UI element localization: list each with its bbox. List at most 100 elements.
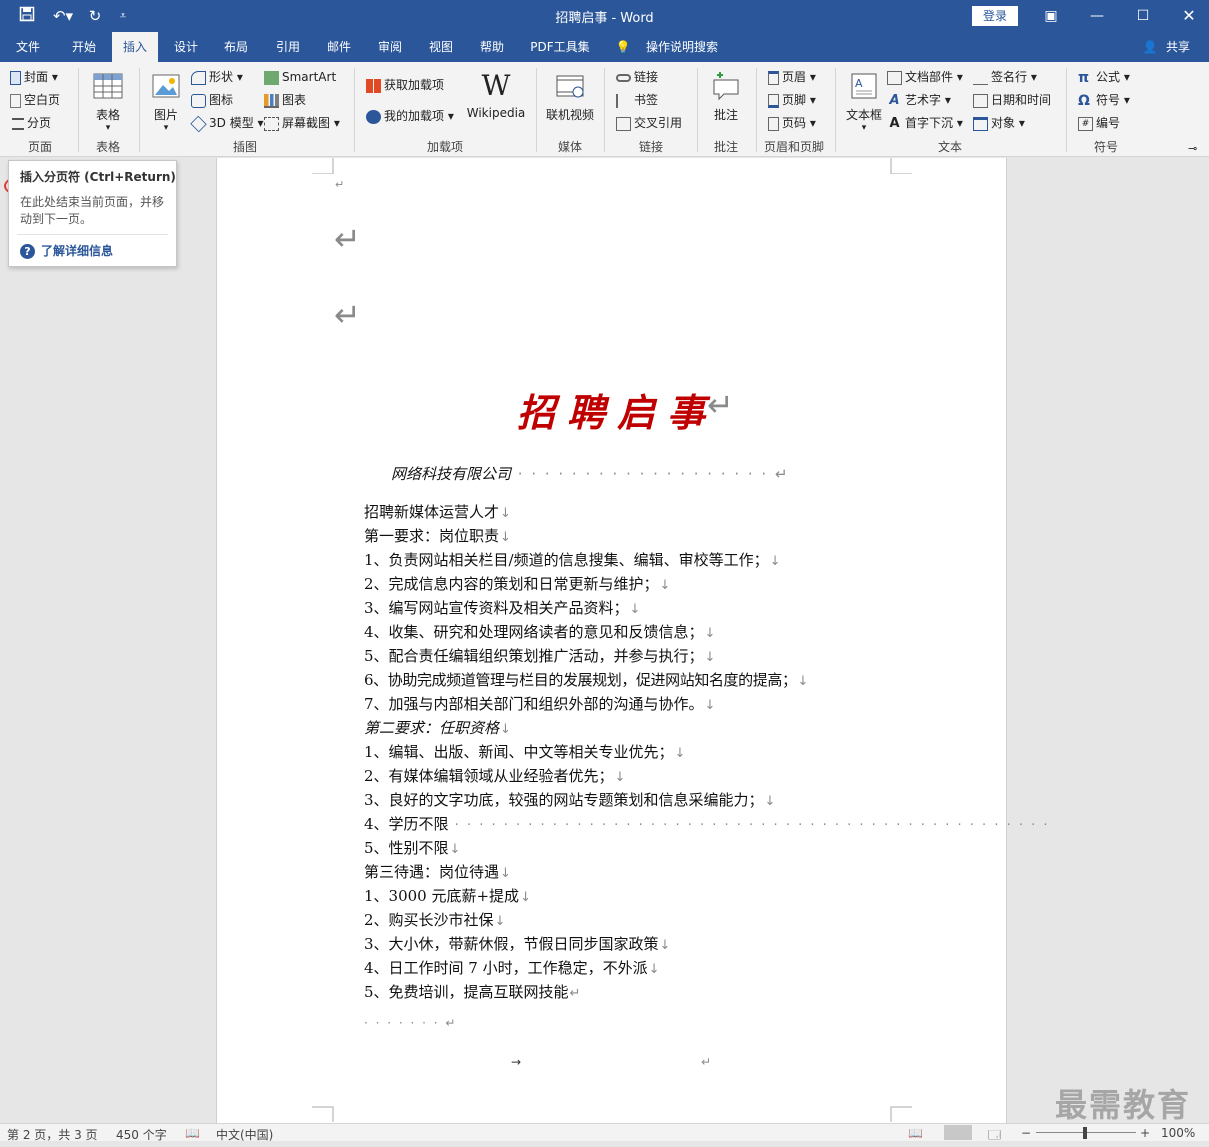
group-separator (139, 68, 140, 152)
equation-button[interactable]: π 公式 ▾ (1078, 68, 1130, 86)
document-page[interactable]: ↵ ↵ ↵ 招聘启事 ↵ 网络科技有限公司 · · · · · · · · · … (216, 158, 1048, 1123)
group-separator (697, 68, 698, 152)
get-addins-button[interactable]: 获取加载项 (366, 76, 444, 94)
tab-file[interactable]: 文件 (8, 32, 48, 62)
share-button[interactable]: 共享 (1160, 32, 1196, 62)
cross-reference-button[interactable]: 交叉引用 (616, 114, 682, 132)
3d-model-button[interactable]: 3D 模型 ▾ (190, 114, 264, 132)
tab-pdf-tools[interactable]: PDF工具集 (524, 32, 596, 62)
language-indicator[interactable]: 中文(中国) (216, 1126, 273, 1143)
learn-more-link[interactable]: ? 了解详细信息 (20, 242, 113, 259)
link-icon (616, 73, 631, 82)
lightbulb-icon: 💡 (615, 40, 631, 54)
web-layout-icon[interactable]: 🗔 (988, 1126, 1001, 1147)
textbox-button[interactable]: A 文本框 ▾ (842, 70, 886, 133)
close-button[interactable]: ✕ (1174, 4, 1204, 28)
picture-button[interactable]: 图片 ▾ (146, 70, 186, 133)
wordart-icon: A (889, 92, 900, 108)
read-mode-icon[interactable]: 📖 (908, 1126, 923, 1140)
page-break-button[interactable]: 分页 (12, 114, 51, 132)
footer-button[interactable]: 页脚 ▾ (768, 91, 816, 109)
tab-mailings[interactable]: 邮件 (317, 32, 361, 62)
group-separator (835, 68, 836, 152)
icons-button[interactable]: 图标 (191, 91, 233, 109)
bar-chart-icon (264, 93, 279, 108)
online-video-button[interactable]: 联机视频 (544, 70, 596, 123)
print-layout-icon[interactable] (944, 1125, 972, 1140)
header-button[interactable]: 页眉 ▾ (768, 68, 816, 86)
status-bar: 第 2 页，共 3 页 450 个字 📖 中文(中国) 📖 🗔 − + 100% (0, 1123, 1209, 1143)
minimize-button[interactable]: — (1082, 4, 1112, 28)
doc-paragraph: 2、购买长沙市社保↓ (364, 911, 506, 929)
zoom-level[interactable]: 100% (1161, 1126, 1195, 1140)
zoom-in-button[interactable]: + (1140, 1126, 1150, 1140)
doc-paragraph: 1、负责网站相关栏目/频道的信息搜集、编辑、审校等工作；↓ (364, 551, 781, 569)
quick-parts-button[interactable]: 文档部件 ▾ (887, 68, 963, 86)
maximize-button[interactable]: ☐ (1128, 4, 1158, 28)
doc-paragraph: 6、协助完成频道管理与栏目的发展规划，促进网站知名度的提高；↓ (364, 671, 809, 689)
page-count[interactable]: 第 2 页，共 3 页 (7, 1126, 98, 1143)
tab-help[interactable]: 帮助 (470, 32, 514, 62)
company-name: 网络科技有限公司 · · · · · · · · · · · · · · · ·… (391, 465, 790, 483)
group-label-addins: 加载项 (426, 140, 463, 154)
tab-home[interactable]: 开始 (62, 32, 106, 62)
doc-paragraph: 第二要求：任职资格↓ (364, 719, 511, 737)
zoom-slider-thumb[interactable] (1083, 1127, 1087, 1139)
table-button[interactable]: 表格 ▾ (86, 70, 130, 133)
number-button[interactable]: # 编号 (1078, 114, 1120, 132)
tab-view[interactable]: 视图 (419, 32, 463, 62)
proofing-icon[interactable]: 📖 (185, 1126, 200, 1140)
page-break-icon (12, 117, 24, 130)
tab-references[interactable]: 引用 (266, 32, 310, 62)
smartart-icon (264, 70, 279, 85)
group-separator (78, 68, 79, 152)
doc-paragraph: 5、性别不限↓ (364, 839, 461, 857)
zoom-out-button[interactable]: − (1021, 1126, 1031, 1140)
wordart-button[interactable]: A 艺术字 ▾ (887, 91, 950, 109)
blank-page-button[interactable]: 空白页 (10, 91, 60, 109)
wikipedia-button[interactable]: W Wikipedia (464, 70, 528, 121)
chart-button[interactable]: 图表 (264, 91, 306, 109)
tell-me-search[interactable]: 操作说明搜索 (640, 32, 724, 62)
cross-reference-icon (616, 116, 631, 131)
crop-mark (890, 158, 912, 174)
tab-layout[interactable]: 布局 (214, 32, 258, 62)
pin-ribbon-icon[interactable]: ⊸ (1188, 140, 1197, 158)
smartart-button[interactable]: SmartArt (264, 68, 336, 86)
comment-button[interactable]: 批注 (704, 70, 748, 123)
screenshot-button[interactable]: 屏幕截图 ▾ (264, 114, 340, 132)
group-label-text: 文本 (937, 140, 962, 154)
tab-review[interactable]: 审阅 (368, 32, 412, 62)
group-label-header-footer: 页眉和页脚 (763, 140, 824, 154)
crop-mark (890, 1106, 912, 1122)
doc-paragraph: 3、编写网站宣传资料及相关产品资料；↓ (364, 599, 641, 617)
signature-line-button[interactable]: 签名行 ▾ (973, 68, 1037, 86)
word-count[interactable]: 450 个字 (116, 1126, 167, 1143)
group-separator (354, 68, 355, 152)
doc-paragraph: 第三待遇：岗位待遇↓ (364, 863, 511, 881)
crop-mark (312, 158, 334, 174)
page-number-button[interactable]: 页码 ▾ (768, 114, 816, 132)
date-time-button[interactable]: 日期和时间 (973, 91, 1051, 109)
drop-cap-button[interactable]: A 首字下沉 ▾ (887, 114, 962, 132)
tab-design[interactable]: 设计 (164, 32, 208, 62)
link-button[interactable]: 链接 (616, 68, 658, 86)
object-button[interactable]: 对象 ▾ (973, 114, 1025, 132)
cover-page-button[interactable]: 封面 ▾ (10, 68, 58, 86)
page-break-marker: · · · · · · · ↵ (364, 1016, 458, 1030)
paragraph-mark-icon: ↵ (707, 386, 734, 424)
document-title: 招聘启事 (517, 390, 718, 435)
doc-paragraph: 招聘新媒体运营人才↓ (364, 503, 511, 521)
paragraph-mark-icon: ↵ (335, 178, 345, 191)
ribbon-insert: 封面 ▾ 空白页 分页 页面 表格 ▾ 表格 图片 ▾ 形状 ▾ 图标 3D 模型 … (0, 62, 1209, 199)
tab-insert[interactable]: 插入 (112, 32, 158, 62)
my-addins-button[interactable]: 我的加载项 ▾ (366, 107, 454, 125)
crop-mark (312, 1106, 334, 1122)
ribbon-display-icon[interactable]: ▣ (1036, 4, 1066, 28)
symbol-button[interactable]: Ω 符号 ▾ (1078, 91, 1130, 109)
group-label-comments: 批注 (713, 140, 738, 154)
bookmark-button[interactable]: 书签 (616, 91, 658, 109)
doc-paragraph: 3、大小休，带薪休假，节假日同步国家政策↓ (364, 935, 671, 953)
login-button[interactable]: 登录 (972, 6, 1018, 26)
shapes-button[interactable]: 形状 ▾ (191, 68, 243, 86)
